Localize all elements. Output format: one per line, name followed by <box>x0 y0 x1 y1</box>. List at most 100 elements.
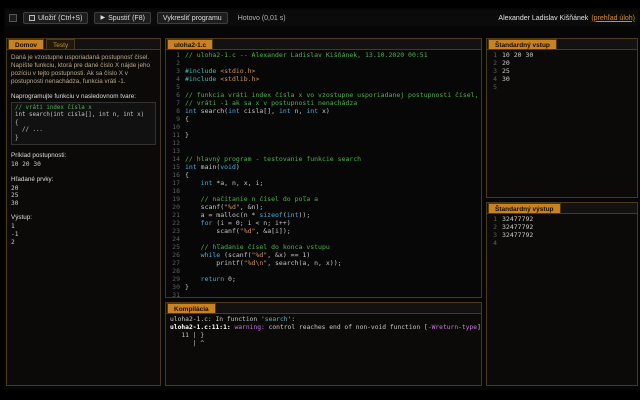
line-27[interactable]: 27 printf("%d\n", search(a, n, x)); <box>166 259 481 267</box>
stdout-panel: Štandardný výstup 1324777922324777923324… <box>486 202 638 386</box>
compile-tabs: Kompilácia <box>166 303 481 314</box>
line-3[interactable]: 325 <box>487 67 637 75</box>
line-20[interactable]: 20 scanf("%d", &n); <box>166 203 481 211</box>
prototype-code: // vráti index čísla xint search(int cis… <box>11 102 156 145</box>
line-5[interactable]: 5 <box>487 83 637 91</box>
line-9[interactable]: 9{ <box>166 115 481 123</box>
line-number: 24 <box>166 235 180 243</box>
line-19[interactable]: 19 // načítanie n čísel do poľa a <box>166 195 481 203</box>
compile-panel: Kompilácia uloha2-1.c: In function 'sear… <box>165 302 482 386</box>
line-11[interactable]: 11} <box>166 131 481 139</box>
line-3[interactable]: 3#include <stdio.h> <box>166 67 481 75</box>
line-number: 4 <box>166 75 180 83</box>
line-6[interactable]: 6// funkcia vráti index čísla x vo vzost… <box>166 91 481 99</box>
task-overview-link[interactable]: (prehľad úloh) <box>591 15 635 22</box>
line-number: 7 <box>166 99 180 107</box>
line-8[interactable]: 8int search(int cisla[], int n, int x) <box>166 107 481 115</box>
compile-tab[interactable]: Kompilácia <box>167 303 216 313</box>
code-editor[interactable]: 1// uloha2-1.c -- Alexander Ladislav Kiš… <box>166 50 481 297</box>
line-30[interactable]: 30} <box>166 283 481 291</box>
line-number: 21 <box>166 211 180 219</box>
line-2[interactable]: 2 <box>166 59 481 67</box>
line-number: 22 <box>166 219 180 227</box>
line-number: 23 <box>166 227 180 235</box>
draw-program-label: Vykresliť programu <box>163 15 222 22</box>
line-number: 15 <box>166 163 180 171</box>
line-15[interactable]: 15int main(void) <box>166 163 481 171</box>
stdout-content: 1324777922324777923324777924 <box>487 214 637 247</box>
line-number: 16 <box>166 171 180 179</box>
line-2: int search(int cisla[], int n, int x) <box>15 112 152 119</box>
line-number: 29 <box>166 275 180 283</box>
line-1[interactable]: 110 20 30 <box>487 51 637 59</box>
line-22[interactable]: 22 for (i = 0; i < n; i++) <box>166 219 481 227</box>
line-number: 30 <box>166 283 180 291</box>
line-number: 14 <box>166 155 180 163</box>
line-number: 17 <box>166 179 180 187</box>
value-line: 2 <box>11 239 156 247</box>
save-button[interactable]: Uložiť (Ctrl+S) <box>23 12 88 24</box>
line-1[interactable]: 1// uloha2-1.c -- Alexander Ladislav Kiš… <box>166 51 481 59</box>
line-31[interactable]: 31 <box>166 291 481 297</box>
user-name: Alexander Ladislav Kišňánek <box>498 15 588 22</box>
task-body: Daná je vzostupne usporiadaná postupnosť… <box>7 50 160 250</box>
line-number: 18 <box>166 187 180 195</box>
stdout-tab[interactable]: Štandardný výstup <box>488 203 561 213</box>
line-16[interactable]: 16{ <box>166 171 481 179</box>
editor-file-tab[interactable]: uloha2-1.c <box>167 39 213 49</box>
line-14[interactable]: 14// hlavný program - testovanie funkcie… <box>166 155 481 163</box>
line-26[interactable]: 26 while (scanf("%d", &x) == 1) <box>166 251 481 259</box>
line-number: 10 <box>166 123 180 131</box>
line-number: 1 <box>166 51 180 59</box>
stdout-tabs: Štandardný výstup <box>487 203 637 214</box>
line-7[interactable]: 7// vráti -1 ak sa x v postupnosti nenac… <box>166 99 481 107</box>
line-2: 232477792 <box>487 223 637 231</box>
line-13[interactable]: 13 <box>166 147 481 155</box>
stdin-content[interactable]: 110 20 302203254305 <box>487 50 637 91</box>
line-4[interactable]: 430 <box>487 75 637 83</box>
stdin-tab[interactable]: Štandardný vstup <box>488 39 557 49</box>
task-description: Daná je vzostupne usporiadaná postupnosť… <box>11 54 156 86</box>
line-17[interactable]: 17 int *a, n, x, i; <box>166 179 481 187</box>
line-25[interactable]: 25 // hľadanie čísel do konca vstupu <box>166 243 481 251</box>
save-icon <box>29 15 35 21</box>
tab-domov[interactable]: Domov <box>8 39 44 49</box>
line-5[interactable]: 5 <box>166 83 481 91</box>
value-line: 30 <box>11 200 156 208</box>
compiler-output: uloha2-1.c: In function 'search':uloha2-… <box>166 314 481 350</box>
line-3: 11 | } <box>170 332 477 340</box>
line-3: { <box>15 120 152 127</box>
line-number: 9 <box>166 115 180 123</box>
line-4[interactable]: 4#include <stdlib.h> <box>166 75 481 83</box>
line-4: // ... <box>15 127 152 134</box>
line-1: uloha2-1.c: In function 'search': <box>170 316 477 324</box>
task-panel: DomovTesty Daná je vzostupne usporiadaná… <box>6 38 161 386</box>
draw-program-button[interactable]: Vykresliť programu <box>157 12 228 24</box>
line-29[interactable]: 29 return 0; <box>166 275 481 283</box>
line-21[interactable]: 21 a = malloc(n * sizeof(int)); <box>166 211 481 219</box>
status-text: Hotovo (0,01 s) <box>238 15 286 22</box>
line-number: 2 <box>487 59 497 67</box>
tab-testy[interactable]: Testy <box>46 39 75 49</box>
line-number: 28 <box>166 267 180 275</box>
line-number: 2 <box>487 223 497 231</box>
line-number: 2 <box>166 59 180 67</box>
line-18[interactable]: 18 <box>166 187 481 195</box>
line-4: 4 <box>487 239 637 247</box>
line-24[interactable]: 24 <box>166 235 481 243</box>
editor-panel: uloha2-1.c 1// uloha2-1.c -- Alexander L… <box>165 38 482 298</box>
line-number: 3 <box>487 67 497 75</box>
line-number: 20 <box>166 203 180 211</box>
line-28[interactable]: 28 <box>166 267 481 275</box>
value-line: 10 20 30 <box>11 161 156 169</box>
line-2[interactable]: 220 <box>487 59 637 67</box>
line-12[interactable]: 12 <box>166 139 481 147</box>
line-number: 3 <box>487 231 497 239</box>
example-label: Príklad postupnosti: <box>11 152 156 159</box>
line-10[interactable]: 10 <box>166 123 481 131</box>
line-number: 4 <box>487 75 497 83</box>
search-values: 202530 <box>11 185 156 208</box>
run-button[interactable]: ▶ Spustiť (F8) <box>94 12 150 24</box>
line-number: 5 <box>166 83 180 91</box>
line-23[interactable]: 23 scanf("%d", &a[i]); <box>166 227 481 235</box>
